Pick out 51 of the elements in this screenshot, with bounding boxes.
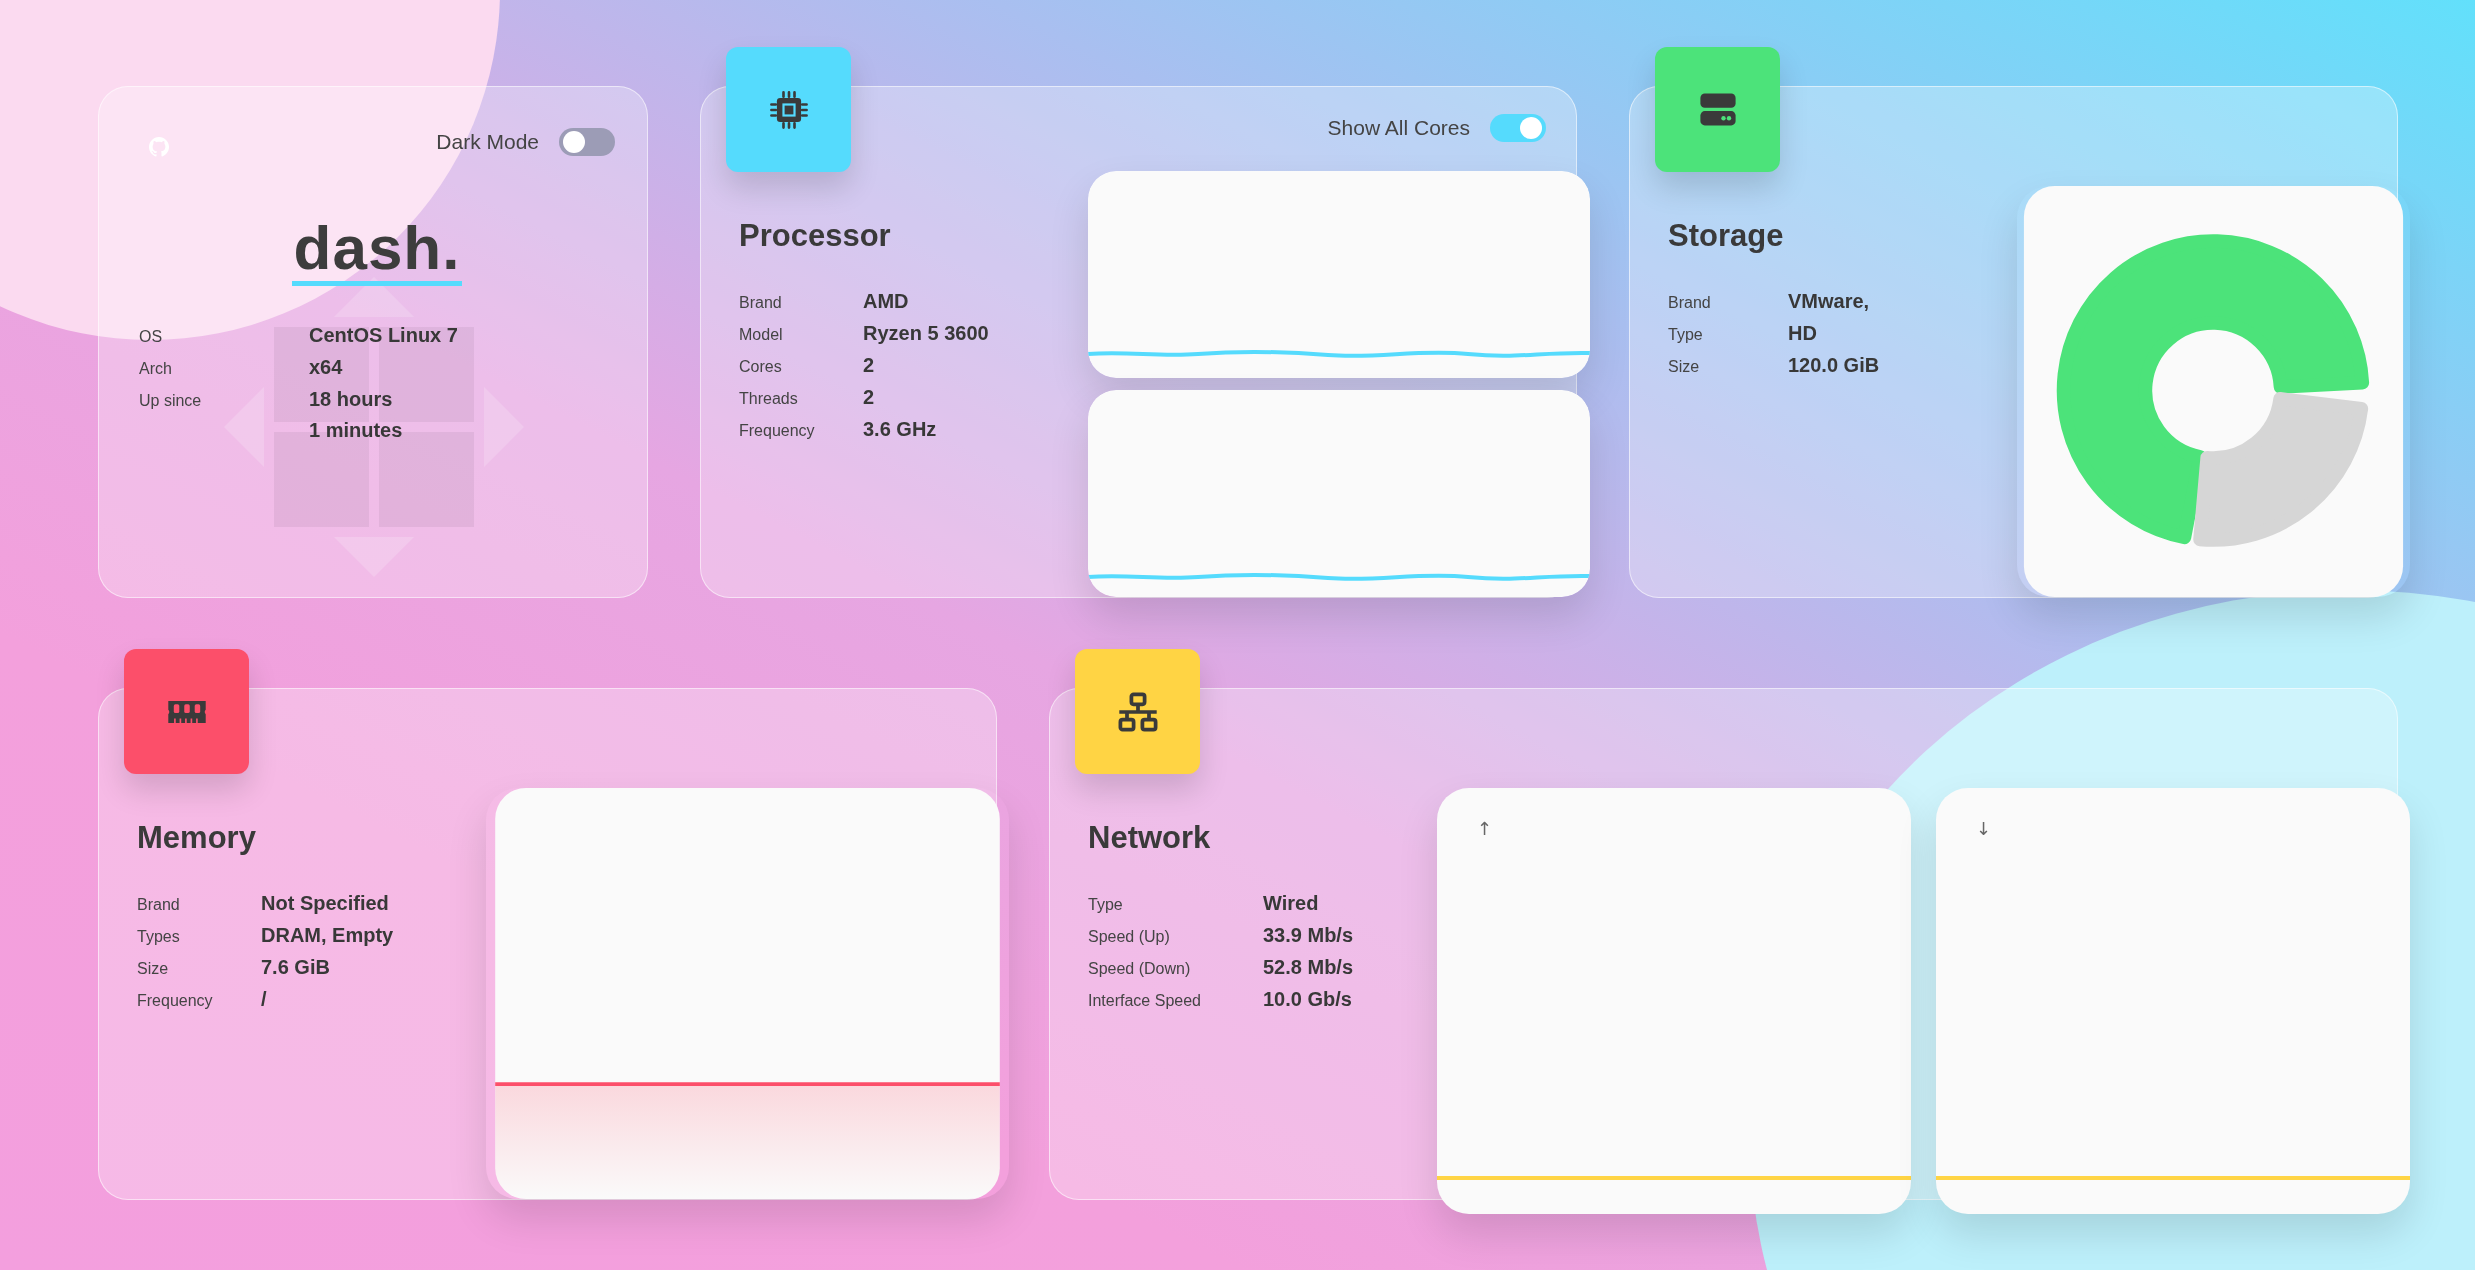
- widget-title: Memory: [137, 820, 257, 856]
- info-label: Types: [137, 928, 181, 946]
- info-label: OS: [139, 328, 164, 346]
- info-value: DRAM, Empty: [261, 924, 395, 947]
- widget-title: Network: [1088, 820, 1212, 856]
- info-value: 2: [863, 354, 876, 377]
- info-value: AMD: [863, 290, 910, 313]
- info-label: Frequency: [137, 992, 214, 1010]
- info-label: Brand: [137, 896, 181, 914]
- info-value: 33.9 Mb/s: [1263, 924, 1355, 947]
- info-label: Cores: [739, 358, 783, 376]
- info-value: 3.6 GHz: [863, 418, 938, 441]
- info-value: 18 hours: [309, 388, 394, 411]
- direction-arrow: ↓: [1976, 818, 1992, 839]
- info-label: Model: [739, 326, 784, 344]
- info-label: Up since: [139, 392, 203, 410]
- info-label: Interface Speed: [1088, 992, 1202, 1010]
- info-value: 10.0 Gb/s: [1263, 988, 1353, 1011]
- info-value: 52.8 Mb/s: [1263, 956, 1355, 979]
- info-value: Not Specified: [261, 892, 390, 915]
- toggle-switch[interactable]: [559, 128, 615, 156]
- info-value: VMware,: [1788, 290, 1871, 313]
- info-value: HD: [1788, 322, 1818, 345]
- direction-arrow: ↑: [1477, 818, 1493, 839]
- info-label: Size: [137, 960, 170, 978]
- app-logo: dash.: [291, 217, 463, 286]
- info-value: Ryzen 5 3600: [863, 322, 990, 345]
- info-value: 120.0 GiB: [1788, 354, 1881, 377]
- info-label: Type: [1668, 326, 1704, 344]
- info-label: Brand: [1668, 294, 1712, 312]
- info-label: Speed (Up): [1088, 928, 1171, 946]
- info-value: CentOS Linux 7: [309, 324, 459, 347]
- info-value: 1 minutes: [309, 419, 404, 442]
- info-value: /: [261, 988, 268, 1011]
- info-label: Threads: [739, 390, 799, 408]
- info-label: Arch: [139, 360, 173, 378]
- info-label: Type: [1088, 896, 1124, 914]
- widget-title: Storage: [1668, 218, 1785, 254]
- info-label: Speed (Down): [1088, 960, 1192, 978]
- widget-title: Processor: [739, 218, 892, 254]
- toggle-switch[interactable]: [1490, 113, 1546, 142]
- github-icon[interactable]: [149, 137, 169, 157]
- info-value: x64: [309, 356, 344, 379]
- info-value: 7.6 GiB: [261, 956, 331, 979]
- info-label: Frequency: [739, 422, 816, 440]
- toggle-label: Dark Mode: [436, 130, 539, 154]
- info-value: Wired: [1263, 892, 1320, 915]
- info-label: Size: [1668, 358, 1701, 376]
- info-label: Brand: [739, 294, 783, 312]
- info-value: 2: [863, 386, 876, 409]
- toggle-label: Show All Cores: [1327, 115, 1470, 140]
